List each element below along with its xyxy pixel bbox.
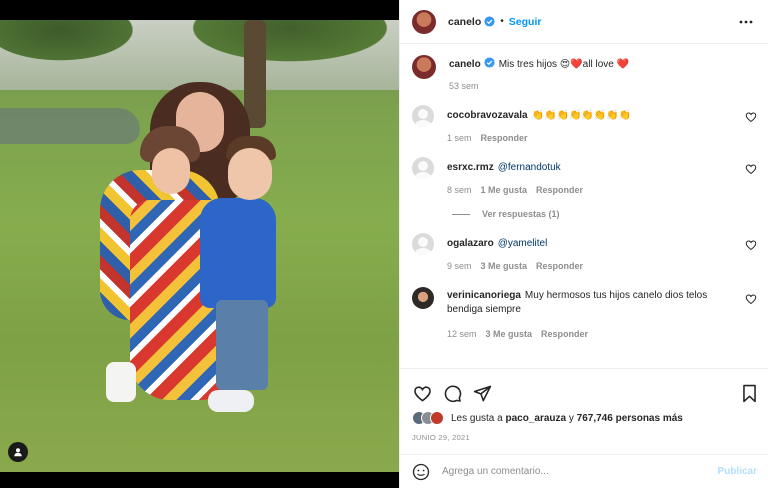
comment-avatar[interactable]	[412, 105, 434, 127]
photo-boy-shirt	[200, 198, 276, 308]
comment-mention[interactable]: @yamelitel	[498, 238, 548, 249]
post-media[interactable]	[0, 0, 399, 488]
post-side-panel: canelo • Seguir canelo Mis tres hijos 😍❤️…	[399, 0, 768, 488]
verified-icon	[484, 57, 495, 68]
reply-button[interactable]: Responder	[536, 185, 583, 195]
photo-boy-jeans	[216, 300, 268, 390]
more-icon[interactable]	[736, 12, 756, 32]
comment-item: ogalazaro @yamelitel 9 sem 3 Me gusta Res…	[412, 233, 757, 271]
comment-text: 👏👏👏👏👏👏👏👏	[531, 110, 632, 121]
comment-meta: 12 sem 3 Me gusta Responder	[447, 329, 733, 339]
comment-time[interactable]: 1 sem	[447, 133, 472, 143]
bookmark-icon[interactable]	[739, 383, 759, 403]
comment-input[interactable]: Agrega un comentario...	[442, 466, 718, 477]
publish-button[interactable]: Publicar	[718, 466, 757, 477]
comment-text-line: verinicanoriega Muy hermosos tus hijos ca…	[447, 287, 733, 317]
caption: canelo Mis tres hijos 😍❤️all love ❤️ 53 s…	[412, 54, 757, 91]
reply-button[interactable]: Responder	[536, 261, 583, 271]
comment-likes[interactable]: 1 Me gusta	[481, 185, 528, 195]
caption-meta: 53 sem	[449, 81, 733, 91]
caption-text-line: canelo Mis tres hijos 😍❤️all love ❤️	[449, 54, 733, 72]
comment-item: esrxc.rmz @fernandotuk 8 sem 1 Me gusta R…	[412, 157, 757, 195]
post-date[interactable]: JUNIO 29, 2021	[400, 425, 768, 442]
heart-icon[interactable]	[745, 163, 757, 175]
comment-item: cocobravozavala 👏👏👏👏👏👏👏👏 1 sem Responder	[412, 105, 757, 143]
follow-button[interactable]: Seguir	[509, 16, 542, 28]
likes-connector: y	[568, 412, 574, 424]
view-replies-label: Ver respuestas (1)	[482, 209, 560, 219]
comment-icon[interactable]	[442, 383, 462, 403]
header-separator: •	[500, 16, 504, 27]
verified-icon	[484, 16, 495, 27]
comment-avatar[interactable]	[412, 287, 434, 309]
photo-background-trees	[0, 20, 399, 90]
comment-time[interactable]: 8 sem	[447, 185, 472, 195]
action-icons	[400, 369, 768, 407]
caption-username[interactable]: canelo	[449, 59, 481, 70]
photo-shoe	[208, 390, 254, 412]
liker-avatar	[430, 411, 444, 425]
comment-username[interactable]: esrxc.rmz	[447, 162, 494, 173]
comment-username[interactable]: cocobravozavala	[447, 110, 528, 121]
caption-time[interactable]: 53 sem	[449, 81, 479, 91]
photo-shoe	[106, 362, 136, 402]
comment-time[interactable]: 12 sem	[447, 329, 477, 339]
comment-item: verinicanoriega Muy hermosos tus hijos ca…	[412, 287, 757, 339]
heart-icon[interactable]	[745, 293, 757, 305]
author-info: canelo • Seguir	[448, 16, 541, 28]
heart-icon[interactable]	[745, 239, 757, 251]
likes-prefix: Les gusta a	[451, 412, 503, 424]
heart-icon[interactable]	[412, 383, 432, 403]
comments-list[interactable]: canelo Mis tres hijos 😍❤️all love ❤️ 53 s…	[400, 44, 768, 368]
replies-divider	[452, 213, 470, 215]
comment-username[interactable]: ogalazaro	[447, 238, 494, 249]
photo-pond	[0, 108, 140, 144]
photo-girl-face	[152, 148, 190, 194]
post-actions: Les gusta a paco_arauza y 767,746 person…	[400, 368, 768, 488]
comment-avatar[interactable]	[412, 157, 434, 179]
comment-username[interactable]: verinicanoriega	[447, 290, 521, 301]
comment-meta: 8 sem 1 Me gusta Responder	[447, 185, 733, 195]
comment-text-line: esrxc.rmz @fernandotuk	[447, 157, 733, 175]
photo-boy-face	[228, 148, 272, 200]
comment-meta: 1 sem Responder	[447, 133, 733, 143]
likes-user[interactable]: paco_arauza	[506, 413, 567, 424]
likes-count[interactable]: 767,746 personas más	[577, 413, 683, 424]
add-comment-bar: Agrega un comentario... Publicar	[400, 454, 768, 488]
post-header: canelo • Seguir	[400, 0, 768, 44]
comment-avatar[interactable]	[412, 233, 434, 255]
comment-time[interactable]: 9 sem	[447, 261, 472, 271]
author-username[interactable]: canelo	[448, 16, 481, 28]
comment-likes[interactable]: 3 Me gusta	[481, 261, 528, 271]
comment-meta: 9 sem 3 Me gusta Responder	[447, 261, 733, 271]
comment-likes[interactable]: 3 Me gusta	[486, 329, 533, 339]
likes-summary: Les gusta a paco_arauza y 767,746 person…	[400, 407, 768, 425]
share-icon[interactable]	[472, 383, 492, 403]
reply-button[interactable]: Responder	[481, 133, 528, 143]
author-avatar[interactable]	[412, 9, 436, 34]
view-replies-button[interactable]: Ver respuestas (1)	[452, 209, 757, 219]
photo-tree-trunk	[244, 20, 266, 128]
comment-text-line: ogalazaro @yamelitel	[447, 233, 733, 251]
emoji-icon[interactable]	[412, 463, 430, 481]
instagram-post: canelo • Seguir canelo Mis tres hijos 😍❤️…	[0, 0, 768, 488]
heart-icon[interactable]	[745, 111, 757, 123]
caption-avatar[interactable]	[412, 55, 436, 79]
post-photo[interactable]	[0, 20, 399, 472]
reply-button[interactable]: Responder	[541, 329, 588, 339]
comment-text-line: cocobravozavala 👏👏👏👏👏👏👏👏	[447, 105, 733, 123]
caption-text: Mis tres hijos 😍❤️all love ❤️	[498, 59, 630, 70]
liker-avatars	[412, 411, 444, 425]
user-tag-icon[interactable]	[8, 442, 28, 462]
comment-mention[interactable]: @fernandotuk	[498, 162, 561, 173]
